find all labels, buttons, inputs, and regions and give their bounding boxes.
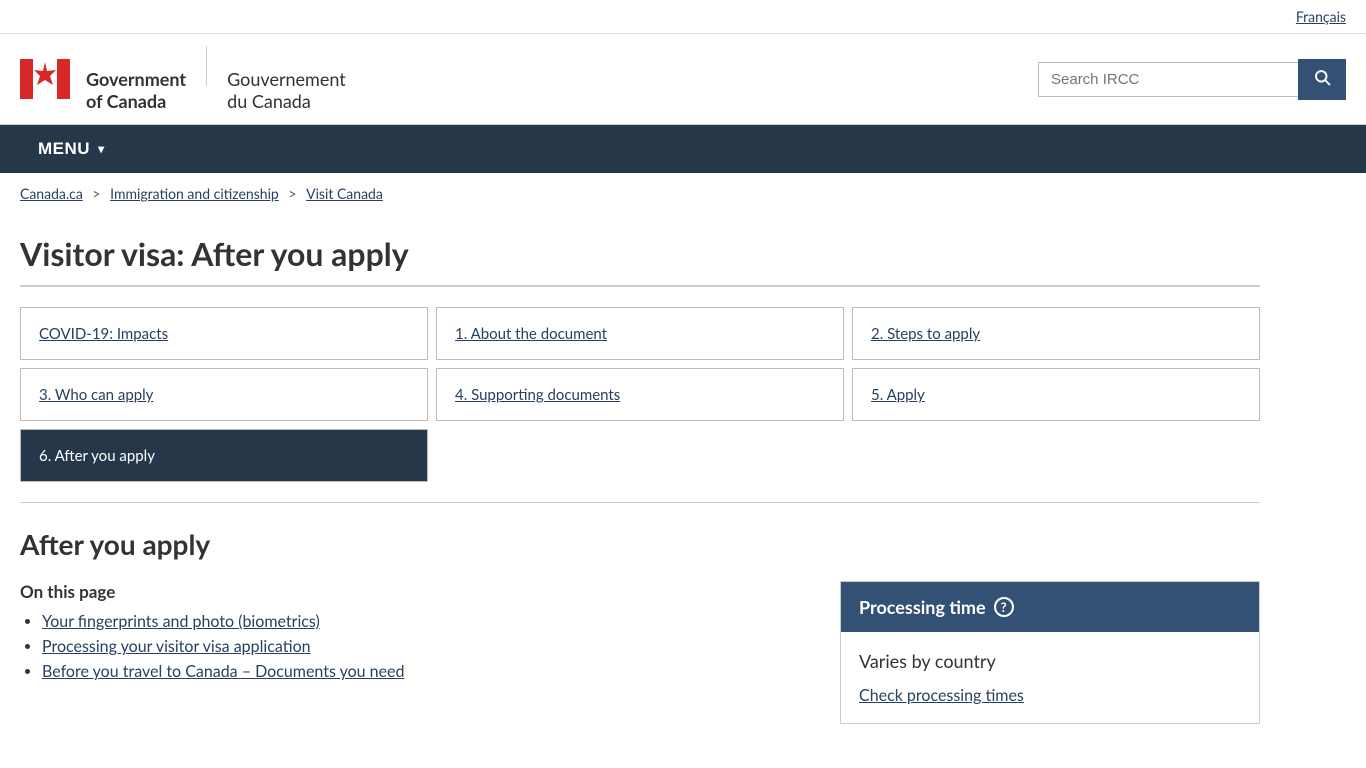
section-heading: After you apply <box>20 527 1260 561</box>
info-icon[interactable]: ? <box>994 597 1014 617</box>
language-bar: Français <box>0 0 1366 34</box>
breadcrumb-home[interactable]: Canada.ca <box>20 185 83 202</box>
main-content: Visitor visa: After you apply COVID-19: … <box>0 214 1280 754</box>
page-title: Visitor visa: After you apply <box>20 234 1260 273</box>
toc-item-before-travel: Before you travel to Canada – Documents … <box>42 662 810 681</box>
search-input[interactable] <box>1038 62 1298 97</box>
tab-after[interactable]: 6. After you apply <box>20 429 428 482</box>
toc-list: Your fingerprints and photo (biometrics)… <box>20 612 810 681</box>
french-link[interactable]: Français <box>1296 8 1346 25</box>
chevron-down-icon: ▾ <box>98 142 105 156</box>
tab-about[interactable]: 1. About the document <box>436 307 844 360</box>
search-button[interactable] <box>1298 59 1346 100</box>
search-area <box>1038 59 1346 100</box>
title-divider <box>20 285 1260 287</box>
breadcrumb-separator-1: > <box>92 185 104 202</box>
processing-varies-text: Varies by country <box>859 650 1241 672</box>
breadcrumb-separator-2: > <box>288 185 300 202</box>
nav-tabs-row3: 6. After you apply <box>20 429 1260 482</box>
breadcrumb-visit[interactable]: Visit Canada <box>306 185 383 202</box>
toc-item-biometrics: Your fingerprints and photo (biometrics) <box>42 612 810 631</box>
toc-link-processing[interactable]: Processing your visitor visa application <box>42 637 311 656</box>
check-processing-times-link[interactable]: Check processing times <box>859 686 1024 705</box>
tab-apply[interactable]: 5. Apply <box>852 368 1260 421</box>
processing-time-box: Processing time ? Varies by country Chec… <box>840 581 1260 724</box>
tab-supporting[interactable]: 4. Supporting documents <box>436 368 844 421</box>
two-col-layout: On this page Your fingerprints and photo… <box>20 581 1260 724</box>
left-column: On this page Your fingerprints and photo… <box>20 581 810 687</box>
gov-name-en-line2: of Canada <box>86 91 186 113</box>
breadcrumb-immigration[interactable]: Immigration and citizenship <box>110 185 279 202</box>
site-header: Government of Canada Gouvernement du Can… <box>0 34 1366 125</box>
on-this-page-label: On this page <box>20 581 810 602</box>
canada-flag-icon <box>20 54 70 104</box>
main-nav: MENU ▾ <box>0 125 1366 173</box>
search-icon <box>1313 68 1331 86</box>
processing-time-heading: Processing time <box>859 596 986 618</box>
tab-steps[interactable]: 2. Steps to apply <box>852 307 1260 360</box>
toc-link-before-travel[interactable]: Before you travel to Canada – Documents … <box>42 662 404 681</box>
gov-name-fr-line2: du Canada <box>227 91 346 113</box>
breadcrumb: Canada.ca > Immigration and citizenship … <box>0 173 1366 214</box>
government-name: Government of Canada Gouvernement du Can… <box>86 46 346 112</box>
tab-who[interactable]: 3. Who can apply <box>20 368 428 421</box>
section-divider <box>20 502 1260 503</box>
toc-link-biometrics[interactable]: Your fingerprints and photo (biometrics) <box>42 612 320 631</box>
logo-area: Government of Canada Gouvernement du Can… <box>20 46 346 112</box>
processing-time-header: Processing time ? <box>841 582 1259 632</box>
tab-covid[interactable]: COVID-19: Impacts <box>20 307 428 360</box>
gov-name-fr-line1: Gouvernement <box>227 69 346 91</box>
gov-name-en-line1: Government <box>86 69 186 91</box>
right-column: Processing time ? Varies by country Chec… <box>840 581 1260 724</box>
nav-tabs-grid: COVID-19: Impacts 1. About the document … <box>20 307 1260 421</box>
toc-item-processing: Processing your visitor visa application <box>42 637 810 656</box>
menu-label: MENU <box>38 139 90 159</box>
processing-time-body: Varies by country Check processing times <box>841 632 1259 723</box>
menu-button[interactable]: MENU ▾ <box>20 125 123 173</box>
